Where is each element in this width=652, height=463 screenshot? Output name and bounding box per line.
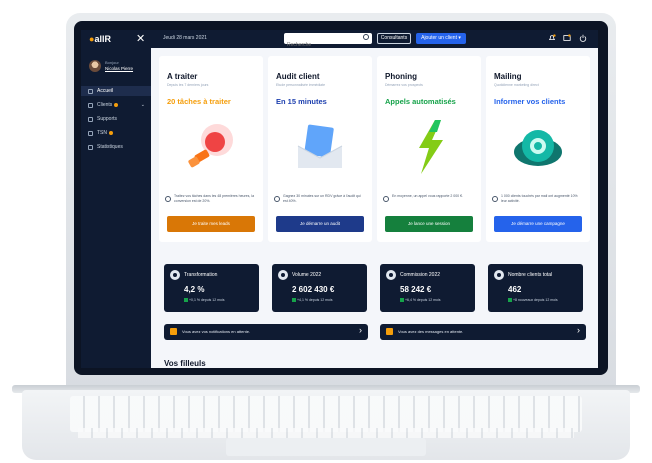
stat-value: 58 242 € <box>400 285 432 294</box>
bell-icon <box>170 328 177 335</box>
users-icon <box>88 103 93 108</box>
card-title: Phoning <box>385 72 417 81</box>
stat-label: Transformation <box>184 272 218 278</box>
laptop-keyboard-deck <box>22 390 630 460</box>
stat-delta: +6,4 % depuis 12 mois <box>400 298 441 303</box>
notification-dot <box>109 130 113 135</box>
card-description: 1 000 clients touchés par mail ont augme… <box>501 194 578 203</box>
star-icon <box>88 131 93 136</box>
card-description: Gagnez 30 minutes sur un RDV grâce à l'a… <box>283 194 361 203</box>
stat-delta: +8 nouveaux depuis 12 mois <box>508 298 558 303</box>
add-client-button[interactable]: Ajouter un client ▾ <box>416 33 466 44</box>
euro-icon <box>278 270 288 280</box>
card-subtitle: Démarrez vos prospects <box>385 83 423 87</box>
stat-clients[interactable]: Nombre clients total 462 +8 nouveaux dep… <box>488 264 583 312</box>
section-title: Vos filleuls <box>164 359 206 368</box>
card-a-traiter: A traiter Depuis les 7 derniers jours 20… <box>159 56 263 242</box>
je-demarre-audit-button[interactable]: Je démarre un audit <box>276 216 364 232</box>
sidebar-item-tsn[interactable]: TSN <box>81 128 151 138</box>
stat-value: 4,2 % <box>184 285 205 294</box>
notif-text: Vous avez vos notifications en attente. <box>182 329 251 334</box>
keyboard-spacebar-row <box>78 428 574 438</box>
sidebar-item-clients[interactable]: Clients ⌄ <box>81 100 151 110</box>
card-subtitle: Depuis les 7 derniers jours <box>167 83 209 87</box>
user-greeting: Bonjour <box>105 60 119 65</box>
user-name-link[interactable]: Nicolas Pierre <box>105 66 133 71</box>
notification-dot <box>114 102 119 107</box>
chevron-down-icon[interactable]: ⌄ <box>141 100 145 110</box>
card-title: Audit client <box>276 72 320 81</box>
stat-commission[interactable]: Commission 2022 58 242 € +6,4 % depuis 1… <box>380 264 475 312</box>
card-highlight: 20 tâches à traiter <box>167 97 231 106</box>
lightning-illustration-icon <box>419 120 443 174</box>
card-highlight: Appels automatisés <box>385 97 456 106</box>
document-icon <box>88 117 93 122</box>
je-lance-session-button[interactable]: Je lance une session <box>385 216 473 232</box>
current-date: Jeudi 28 mars 2021 <box>163 35 207 41</box>
close-menu-icon[interactable]: ✕ <box>136 32 145 45</box>
stat-delta: +4,1 % depuis 12 mois <box>292 298 333 303</box>
keyboard-keys <box>70 396 582 432</box>
info-icon <box>383 196 389 202</box>
search-icon[interactable] <box>363 34 369 40</box>
je-demarre-campagne-button[interactable]: Je démarre une campagne <box>494 216 582 232</box>
sidebar-item-statistiques[interactable]: Statistiques <box>81 142 151 152</box>
stat-volume[interactable]: Volume 2022 2 602 430 € +4,1 % depuis 12… <box>272 264 367 312</box>
card-subtitle: Etude personnalisée immédiate <box>276 83 326 87</box>
card-audit-client: Audit client Etude personnalisée immédia… <box>268 56 372 242</box>
trackpad <box>226 438 426 456</box>
message-icon <box>386 328 393 335</box>
search-box[interactable] <box>284 33 372 51</box>
app-logo[interactable]: ●allR <box>89 34 111 44</box>
card-mailing: Mailing Quotidienne marketing direct Inf… <box>486 56 590 242</box>
card-description: En moyenne, un appel vous rapporte 2 000… <box>392 194 464 198</box>
sidebar: Bonjour Nicolas Pierre Accueil Clients ⌄… <box>81 48 151 368</box>
notification-bell-icon[interactable] <box>548 34 556 42</box>
sidebar-item-supports[interactable]: Supports <box>81 114 151 124</box>
coin-icon <box>386 270 396 280</box>
info-icon <box>492 196 498 202</box>
stat-value: 462 <box>508 285 522 294</box>
messages-banner[interactable]: Vous avez des messages en attente. › <box>380 324 586 340</box>
consultants-button[interactable]: Consultants <box>377 33 411 44</box>
power-icon[interactable] <box>579 34 587 42</box>
main-content: A traiter Depuis les 7 derniers jours 20… <box>151 48 598 368</box>
app-screen: ●allR ✕ Jeudi 28 mars 2021 Consultants A… <box>81 30 598 368</box>
card-subtitle: Quotidienne marketing direct <box>494 83 539 87</box>
chart-icon <box>88 145 93 150</box>
stat-label: Nombre clients total <box>508 272 553 278</box>
card-description: Traitez vos tâches dans les 48 premières… <box>174 194 255 203</box>
chevron-right-icon[interactable]: › <box>359 325 362 335</box>
percent-icon <box>170 270 180 280</box>
card-highlight: En 15 minutes <box>276 97 327 106</box>
at-sign-illustration-icon <box>514 130 562 166</box>
card-phoning: Phoning Démarrez vos prospects Appels au… <box>377 56 481 242</box>
lightbulb-illustration-icon <box>188 124 233 168</box>
info-icon <box>274 196 280 202</box>
home-icon <box>88 89 93 94</box>
envelope-illustration-icon <box>297 124 343 168</box>
card-title: A traiter <box>167 72 198 81</box>
notifications-banner[interactable]: Vous avez vos notifications en attente. … <box>164 324 368 340</box>
stat-label: Commission 2022 <box>400 272 441 278</box>
card-highlight: Informer vos clients <box>494 97 566 106</box>
message-icon[interactable] <box>563 34 571 42</box>
top-bar: ●allR ✕ Jeudi 28 mars 2021 Consultants A… <box>81 30 598 51</box>
sidebar-item-accueil[interactable]: Accueil <box>81 86 151 96</box>
info-icon <box>165 196 171 202</box>
stat-value: 2 602 430 € <box>292 285 335 294</box>
je-traite-button[interactable]: Je traite mes leads <box>167 216 255 232</box>
stat-delta: +0,1 % depuis 12 mois <box>184 298 225 303</box>
stat-transformation[interactable]: Transformation 4,2 % +0,1 % depuis 12 mo… <box>164 264 259 312</box>
avatar[interactable] <box>89 60 101 72</box>
card-title: Mailing <box>494 72 522 81</box>
notif-text: Vous avez des messages en attente. <box>398 329 464 334</box>
user-icon <box>494 270 504 280</box>
chevron-right-icon[interactable]: › <box>577 325 580 335</box>
stat-label: Volume 2022 <box>292 272 322 278</box>
